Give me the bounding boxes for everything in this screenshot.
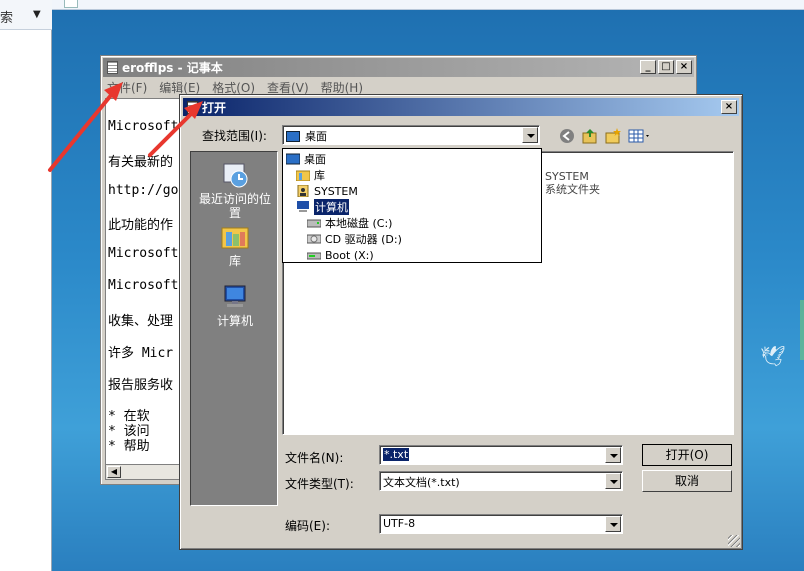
text-line: http://go bbox=[108, 183, 179, 198]
computer-icon bbox=[220, 282, 250, 312]
user-folder-icon bbox=[296, 184, 310, 198]
close-button[interactable]: × bbox=[721, 100, 737, 114]
chevron-down-icon[interactable] bbox=[605, 516, 621, 532]
notepad-horizontal-scrollbar[interactable]: ◀ bbox=[105, 464, 187, 480]
dropdown-item-label: CD 驱动器 (D:) bbox=[325, 233, 402, 246]
new-folder-icon[interactable] bbox=[604, 127, 622, 145]
text-line: 报告服务收 bbox=[108, 378, 174, 393]
chevron-down-icon[interactable] bbox=[605, 473, 621, 489]
open-button[interactable]: 打开(O) bbox=[642, 444, 732, 466]
dropdown-item-drive-d[interactable]: CD 驱动器 (D:) bbox=[306, 231, 402, 247]
look-in-text: 桌面 bbox=[305, 130, 327, 143]
resize-grip[interactable] bbox=[728, 535, 740, 547]
look-in-combo[interactable]: 桌面 bbox=[282, 125, 540, 145]
up-folder-icon[interactable] bbox=[581, 127, 599, 145]
document-icon bbox=[64, 0, 78, 8]
text-line: Microsoft bbox=[108, 246, 179, 261]
place-recent-label-2: 置 bbox=[228, 206, 241, 220]
file-type-label: 文件类型(T): bbox=[285, 477, 354, 491]
libraries-icon bbox=[295, 169, 311, 182]
back-icon[interactable] bbox=[558, 127, 576, 145]
open-file-dialog: 打开 × 查找范围(I): 桌面 最近访问的位 置 库 计算机 SYSTEM 系… bbox=[179, 94, 743, 550]
places-bar: 最近访问的位 置 库 计算机 bbox=[190, 151, 278, 506]
dropdown-item-drive-x[interactable]: Boot (X:) bbox=[306, 247, 374, 263]
cd-drive-icon bbox=[306, 233, 322, 245]
background-explorer-pane bbox=[0, 0, 52, 571]
dropdown-item-desktop[interactable]: 桌面 bbox=[285, 151, 326, 167]
text-line: Microsoft bbox=[108, 278, 179, 293]
file-name-text: *.txt bbox=[383, 448, 410, 461]
recent-places-icon bbox=[220, 160, 250, 190]
place-computer-label: 计算机 bbox=[216, 314, 253, 328]
notepad-titlebar[interactable]: erofflps - 记事本 _ □ × bbox=[103, 58, 694, 77]
look-in-dropdown-list: 桌面 库 SYSTEM 计算机 本地磁盘 (C:) CD 驱动器 (D:) Bo… bbox=[282, 148, 542, 263]
encoding-value: UTF-8 bbox=[383, 517, 416, 530]
dropdown-item-drive-c[interactable]: 本地磁盘 (C:) bbox=[306, 215, 393, 231]
cancel-button[interactable]: 取消 bbox=[642, 470, 732, 492]
bird-icon: 🕊 bbox=[760, 344, 786, 368]
view-menu-icon[interactable] bbox=[628, 127, 652, 145]
file-type-value: 文本文档(*.txt) bbox=[383, 476, 460, 489]
dialog-titlebar[interactable]: 打开 bbox=[183, 98, 739, 116]
text-line: Microsoft bbox=[108, 119, 179, 134]
dropdown-item-label: 计算机 bbox=[314, 199, 349, 215]
desktop-icon bbox=[285, 153, 301, 165]
background-search-label: 索 bbox=[0, 11, 14, 26]
desktop-icon bbox=[286, 130, 300, 142]
file-entry-type: 系统文件夹 bbox=[545, 183, 600, 196]
dropdown-item-system[interactable]: SYSTEM bbox=[296, 183, 358, 199]
dropdown-item-label: 桌面 bbox=[304, 153, 326, 166]
file-type-select[interactable]: 文本文档(*.txt) bbox=[379, 471, 623, 491]
dialog-title: 打开 bbox=[202, 100, 227, 115]
file-entry-system[interactable]: SYSTEM 系统文件夹 bbox=[545, 170, 600, 196]
file-entry-name: SYSTEM bbox=[545, 170, 589, 183]
libraries-icon bbox=[220, 222, 250, 252]
notepad-icon bbox=[187, 100, 198, 114]
encoding-select[interactable]: UTF-8 bbox=[379, 514, 623, 534]
chevron-down-icon[interactable] bbox=[605, 447, 621, 463]
text-line: 有关最新的 bbox=[108, 155, 174, 170]
notepad-text-area[interactable]: Microsoft 有关最新的 http://go 此功能的作 Microsof… bbox=[105, 98, 187, 466]
chevron-down-icon[interactable]: ▼ bbox=[33, 9, 41, 20]
file-name-input[interactable]: *.txt bbox=[379, 445, 623, 465]
place-libraries-label: 库 bbox=[228, 254, 241, 268]
text-line: * 帮助 bbox=[108, 439, 150, 454]
file-name-value: *.txt bbox=[383, 448, 410, 461]
hard-drive-icon bbox=[306, 217, 322, 229]
chevron-down-icon[interactable] bbox=[522, 127, 538, 143]
notepad-caption-buttons: _ □ × bbox=[640, 60, 692, 74]
notepad-icon bbox=[107, 61, 118, 74]
place-libraries[interactable]: 库 bbox=[191, 222, 279, 268]
close-button[interactable]: × bbox=[676, 60, 692, 74]
place-recent[interactable]: 最近访问的位 置 bbox=[191, 160, 279, 220]
wallpaper-leaf-decoration bbox=[800, 300, 804, 360]
look-in-value: 桌面 bbox=[286, 128, 327, 144]
encoding-label: 编码(E): bbox=[285, 519, 330, 533]
dropdown-item-label: 库 bbox=[314, 169, 325, 182]
look-in-label: 查找范围(I): bbox=[202, 129, 267, 143]
text-line: 收集、处理 bbox=[108, 314, 174, 329]
file-name-label: 文件名(N): bbox=[285, 451, 344, 465]
background-search-box[interactable]: 索 ▼ bbox=[0, 0, 52, 30]
place-computer[interactable]: 计算机 bbox=[191, 282, 279, 328]
computer-icon bbox=[296, 201, 310, 213]
dropdown-item-libraries[interactable]: 库 bbox=[295, 167, 325, 183]
text-line: 此功能的作 bbox=[108, 218, 174, 233]
scroll-left-icon[interactable]: ◀ bbox=[107, 466, 121, 478]
text-line: 许多 Micr bbox=[108, 346, 174, 361]
removable-drive-icon bbox=[306, 249, 322, 261]
maximize-button[interactable]: □ bbox=[658, 60, 674, 74]
menu-file[interactable]: 文件(F) bbox=[107, 79, 147, 96]
notepad-title: erofflps - 记事本 bbox=[122, 61, 223, 75]
place-recent-label-1: 最近访问的位 bbox=[198, 192, 271, 206]
minimize-button[interactable]: _ bbox=[640, 60, 656, 74]
dropdown-item-label: 本地磁盘 (C:) bbox=[325, 217, 393, 230]
background-window-strip bbox=[52, 0, 804, 10]
dropdown-item-label: Boot (X:) bbox=[325, 248, 374, 262]
dropdown-item-computer[interactable]: 计算机 bbox=[296, 199, 349, 215]
dropdown-item-label: SYSTEM bbox=[314, 184, 358, 198]
